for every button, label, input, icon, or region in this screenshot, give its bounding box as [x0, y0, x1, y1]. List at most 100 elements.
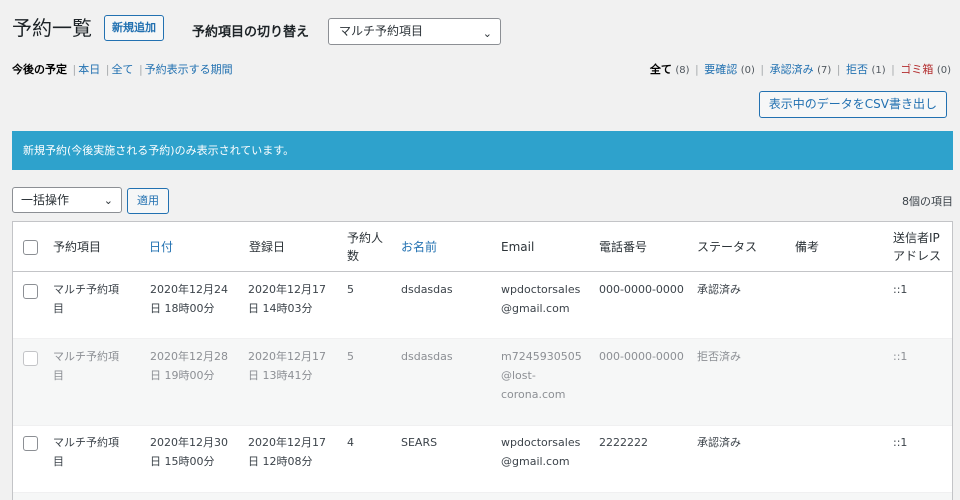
cell-email: wpdoctorsales @gmail.com: [501, 280, 580, 318]
period-filter: 今後の予定 | 本日 | 全て | 予約表示する期間: [12, 61, 233, 77]
cell-email-line1: m7245930505: [501, 350, 582, 363]
cell-email-line2: @gmail.com: [501, 302, 570, 315]
status-all-count: (8): [675, 65, 690, 76]
cell-registered-line2: 日 14時03分: [248, 302, 313, 315]
row-checkbox[interactable]: [23, 436, 38, 451]
reservation-item-select-value: マルチ予約項目: [339, 24, 424, 38]
column-ip-line2: アドレス: [893, 249, 942, 263]
status-filter: 全て (8) | 要確認 (0) | 承認済み (7) | 拒否 (1) | ゴ…: [650, 61, 951, 77]
cell-registered-line1: 2020年12月17: [248, 350, 326, 363]
status-pending[interactable]: 要確認: [704, 63, 737, 76]
cell-registered: 2020年12月17 日 13時41分: [248, 347, 326, 385]
cell-email-line1: wpdoctorsales: [501, 436, 581, 449]
column-registered: 登録日: [249, 240, 286, 254]
cell-email-line1: wpdoctorsales: [501, 283, 581, 296]
column-note: 備考: [795, 240, 820, 254]
separator: |: [695, 63, 703, 76]
table-row: [13, 493, 952, 500]
row-checkbox[interactable]: [23, 284, 38, 299]
cell-date-line2: 日 15時00分: [150, 455, 215, 468]
status-rejected-count: (1): [871, 65, 886, 76]
cell-date: 2020年12月30 日 15時00分: [150, 433, 228, 471]
separator: |: [836, 63, 844, 76]
cell-name: dsdasdas: [401, 350, 453, 363]
separator: |: [891, 63, 899, 76]
status-pending-count: (0): [740, 65, 755, 76]
status-approved[interactable]: 承認済み: [770, 63, 814, 76]
status-trash-count: (0): [936, 65, 951, 76]
column-date[interactable]: 日付: [149, 238, 173, 256]
cell-email: m7245930505 @lost-corona.com: [501, 347, 582, 404]
separator: |: [105, 63, 110, 76]
cell-phone: 000-0000-0000: [599, 283, 684, 296]
column-name[interactable]: お名前: [401, 238, 437, 256]
cell-registered-line2: 日 13時41分: [248, 369, 313, 382]
separator: |: [72, 63, 77, 76]
status-trash[interactable]: ゴミ箱: [900, 63, 933, 76]
status-approved-count: (7): [817, 65, 832, 76]
cell-email-line3: corona.com: [501, 388, 566, 401]
cell-date-line1: 2020年12月30: [150, 436, 228, 449]
cell-count: 5: [347, 350, 354, 363]
select-all-checkbox[interactable]: [23, 240, 38, 255]
export-csv-button[interactable]: 表示中のデータをCSV書き出し: [758, 91, 947, 118]
filter-display-period[interactable]: 予約表示する期間: [145, 63, 233, 76]
cell-count: 4: [347, 436, 354, 449]
cell-item-line1: マルチ予約項: [53, 350, 119, 363]
bulk-action-select-value: 一括操作: [21, 193, 70, 207]
cell-status: 承認済み: [697, 283, 741, 296]
cell-registered-line1: 2020年12月17: [248, 436, 326, 449]
cell-status: 承認済み: [697, 436, 741, 449]
page-title: 予約一覧: [12, 16, 92, 40]
cell-date-line2: 日 19時00分: [150, 369, 215, 382]
cell-date-line2: 日 18時00分: [150, 302, 215, 315]
cell-name: SEARS: [401, 436, 438, 449]
cell-ip: ::1: [893, 283, 908, 296]
cell-item[interactable]: マルチ予約項目: [53, 347, 119, 385]
cell-ip: ::1: [893, 436, 908, 449]
switch-label: 予約項目の切り替え: [192, 25, 310, 40]
cell-item[interactable]: マルチ予約項目: [53, 280, 119, 318]
cell-email: wpdoctorsales @gmail.com: [501, 433, 580, 471]
reservation-item-select[interactable]: マルチ予約項目 ⌄: [328, 18, 501, 45]
table-header: 予約項目 日付 登録日 予約人 数 お名前 Email 電話番号 ステータス 備…: [13, 222, 952, 272]
bulk-action-select[interactable]: 一括操作 ⌄: [12, 187, 122, 213]
separator: |: [760, 63, 768, 76]
reservations-table: 予約項目 日付 登録日 予約人 数 お名前 Email 電話番号 ステータス 備…: [12, 221, 953, 500]
apply-button[interactable]: 適用: [127, 188, 169, 214]
cell-phone: 2222222: [599, 436, 648, 449]
info-notice: 新規予約(今後実施される予約)のみ表示されています。: [12, 131, 953, 170]
column-count-line2: 数: [347, 249, 360, 263]
table-row: マルチ予約項目 2020年12月28 日 19時00分 2020年12月17 日 1…: [13, 339, 952, 426]
column-count: 予約人 数: [347, 229, 383, 265]
cell-date-line1: 2020年12月28: [150, 350, 228, 363]
column-count-line1: 予約人: [347, 231, 384, 245]
cell-email-line2: @lost-: [501, 369, 536, 382]
filter-all-dates[interactable]: 全て: [111, 63, 133, 76]
status-rejected[interactable]: 拒否: [846, 63, 868, 76]
add-new-button[interactable]: 新規追加: [104, 15, 164, 41]
cell-date-line1: 2020年12月24: [150, 283, 228, 296]
cell-name: dsdasdas: [401, 283, 453, 296]
cell-date: 2020年12月28 日 19時00分: [150, 347, 228, 385]
cell-item-line2: 目: [53, 455, 64, 468]
status-all[interactable]: 全て: [650, 63, 672, 76]
column-phone: 電話番号: [599, 240, 648, 254]
table-row: マルチ予約項目 2020年12月24 日 18時00分 2020年12月17 日 1…: [13, 272, 952, 339]
cell-item[interactable]: マルチ予約項目: [53, 433, 119, 471]
cell-item-line1: マルチ予約項: [53, 436, 119, 449]
cell-item-line2: 目: [53, 369, 64, 382]
cell-date: 2020年12月24 日 18時00分: [150, 280, 228, 318]
cell-registered-line2: 日 12時08分: [248, 455, 313, 468]
column-item: 予約項目: [53, 240, 102, 254]
cell-phone: 000-0000-0000: [599, 350, 684, 363]
filter-today[interactable]: 本日: [78, 63, 100, 76]
chevron-down-icon: ⌄: [482, 27, 492, 40]
filter-upcoming[interactable]: 今後の予定: [12, 63, 67, 76]
column-ip: 送信者IP アドレス: [893, 229, 941, 265]
row-checkbox[interactable]: [23, 351, 38, 366]
chevron-down-icon: ⌄: [103, 194, 113, 207]
column-ip-line1: 送信者IP: [893, 231, 940, 245]
cell-registered: 2020年12月17 日 14時03分: [248, 280, 326, 318]
cell-status: 拒否済み: [697, 350, 741, 363]
